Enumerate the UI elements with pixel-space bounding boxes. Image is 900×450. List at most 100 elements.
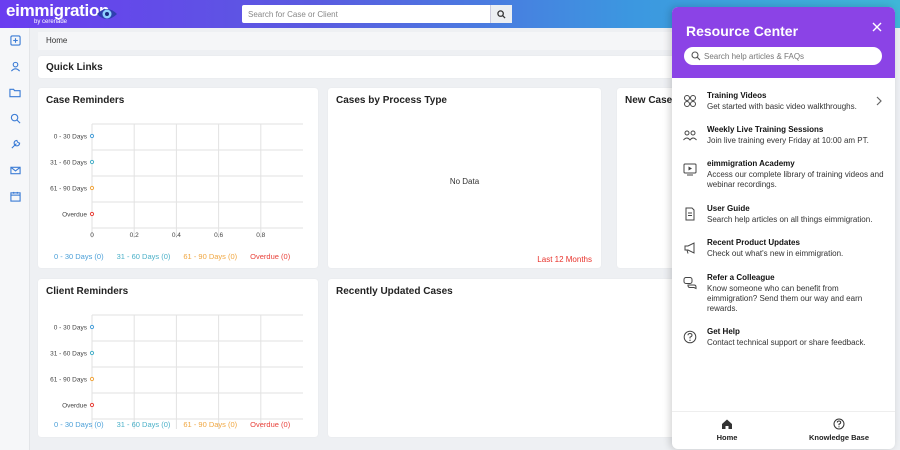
client-reminders-card: Client Reminders 0 - 30 Days 31 - 60 Days…: [38, 279, 318, 437]
rc-item-title: Get Help: [707, 327, 740, 336]
rc-item-title: eimmigration Academy: [707, 159, 795, 168]
folder-icon: [9, 88, 21, 97]
legend-overdue[interactable]: Overdue (0): [250, 252, 290, 261]
rc-item-desc: Join live training every Friday at 10:00…: [707, 136, 869, 145]
y-tick-label: 0 - 30 Days: [54, 134, 88, 141]
data-point: [89, 211, 95, 217]
resource-search-input[interactable]: [704, 47, 876, 65]
film-icon: [684, 95, 696, 107]
footer-knowledge-base-button[interactable]: Knowledge Base: [807, 418, 871, 442]
resource-center-header: Resource Center: [672, 7, 895, 78]
cases-by-process-title: Cases by Process Type: [336, 95, 447, 106]
rc-item-title: Training Videos: [707, 91, 767, 100]
rc-item-desc: Know someone who can benefit from eimmig…: [707, 284, 863, 313]
data-point: [89, 402, 95, 408]
logo-mark-icon: [97, 9, 117, 19]
plus-square-icon: [9, 34, 21, 46]
y-tick-label: 31 - 60 Days: [50, 160, 88, 167]
legend-overdue[interactable]: Overdue (0): [250, 420, 290, 429]
y-tick-label: 61 - 90 Days: [50, 377, 88, 384]
envelope-icon: [9, 166, 21, 174]
resource-center-footer: Home Knowledge Base: [672, 411, 895, 449]
rc-item-desc: Access our complete library of training …: [707, 170, 884, 189]
resource-center-panel: Resource Center Training Videos Get star…: [672, 7, 895, 449]
rc-item-title: Refer a Colleague: [707, 273, 775, 282]
sidebar-item-search[interactable]: [8, 111, 22, 125]
chat-icon: [683, 277, 697, 290]
breadcrumb-bar: Home: [38, 32, 678, 50]
cases-by-process-card: Cases by Process Type No Data Last 12 Mo…: [328, 88, 601, 268]
document-icon: [685, 207, 695, 221]
chevron-right-icon: [876, 96, 882, 106]
question-icon: [833, 418, 845, 430]
home-icon: [722, 419, 732, 429]
search-icon: [691, 51, 701, 61]
client-reminders-legend: 0 - 30 Days (0) 31 - 60 Days (0) 61 - 90…: [54, 420, 290, 429]
sidebar-item-new-case[interactable]: [8, 33, 22, 47]
y-tick-label: 61 - 90 Days: [50, 186, 88, 193]
search-icon: [10, 113, 20, 123]
sidebar-item-clients[interactable]: [8, 59, 22, 73]
rc-item-title: Weekly Live Training Sessions: [707, 125, 824, 134]
sidebar-item-calendar[interactable]: [8, 189, 22, 203]
y-tick-label: 0 - 30 Days: [54, 325, 88, 332]
y-tick-label: Overdue: [62, 212, 87, 219]
sidebar-item-messages[interactable]: [8, 163, 22, 177]
case-reminders-chart: 0 - 30 Days 31 - 60 Days 61 - 90 Days Overd…: [50, 123, 303, 239]
data-point: [89, 350, 95, 356]
legend-31-60-days[interactable]: 31 - 60 Days (0): [117, 420, 171, 429]
recently-updated-title: Recently Updated Cases: [336, 286, 453, 297]
sidebar-item-tools[interactable]: [8, 137, 22, 151]
search-icon: [497, 9, 506, 19]
data-point: [89, 159, 95, 165]
x-tick-label: 0: [90, 232, 94, 239]
data-point: [89, 133, 95, 139]
new-cases-title: New Case: [625, 95, 673, 106]
legend-61-90-days[interactable]: 61 - 90 Days (0): [183, 252, 237, 261]
calendar-icon: [9, 191, 21, 202]
data-point: [89, 376, 95, 382]
legend-31-60-days[interactable]: 31 - 60 Days (0): [117, 252, 171, 261]
megaphone-icon: [684, 242, 695, 254]
legend-0-30-days[interactable]: 0 - 30 Days (0): [54, 252, 104, 261]
quick-links-title: Quick Links: [46, 62, 103, 73]
sidebar-item-cases[interactable]: [8, 85, 22, 99]
recently-updated-card: Recently Updated Cases: [328, 279, 687, 437]
rc-item-desc: Get started with basic video walkthrough…: [707, 102, 857, 111]
no-data-text: No Data: [449, 177, 480, 186]
app-logo[interactable]: eimmigration by cerenade: [6, 2, 109, 26]
left-sidebar: [0, 28, 30, 450]
rc-item-desc: Check out what's new in eimmigration.: [707, 249, 844, 258]
date-range-link[interactable]: Last 12 Months: [537, 255, 592, 264]
logo-text: eimmigration: [6, 1, 110, 20]
global-search-button[interactable]: [490, 5, 512, 23]
x-tick-label: 0.6: [214, 232, 223, 239]
breadcrumb[interactable]: Home: [46, 36, 67, 45]
wrench-icon: [10, 139, 20, 149]
footer-knowledge-base-label: Knowledge Base: [808, 433, 869, 442]
play-screen-icon: [683, 163, 697, 176]
quick-links-card: Quick Links: [38, 56, 678, 78]
legend-61-90-days[interactable]: 61 - 90 Days (0): [183, 420, 237, 429]
global-search: [242, 5, 512, 23]
y-tick-label: 31 - 60 Days: [50, 351, 88, 358]
global-search-input[interactable]: [242, 5, 490, 23]
x-tick-label: 0.2: [130, 232, 139, 239]
legend-0-30-days[interactable]: 0 - 30 Days (0): [54, 420, 104, 429]
user-icon: [10, 61, 20, 71]
data-point: [89, 185, 95, 191]
rc-item-title: User Guide: [707, 204, 750, 213]
footer-home-button[interactable]: Home: [712, 418, 742, 442]
x-tick-label: 0.4: [172, 232, 181, 239]
client-reminders-chart: 0 - 30 Days 31 - 60 Days 61 - 90 Days Overd…: [50, 314, 303, 429]
footer-home-label: Home: [716, 433, 738, 442]
rc-item-title: Recent Product Updates: [707, 238, 800, 247]
close-icon[interactable]: [871, 21, 883, 33]
people-icon: [683, 130, 697, 141]
case-reminders-legend: 0 - 30 Days (0) 31 - 60 Days (0) 61 - 90…: [54, 252, 290, 261]
resource-center-title: Resource Center: [686, 23, 799, 39]
rc-item-desc: Search help articles on all things eimmi…: [707, 215, 873, 224]
y-tick-label: Overdue: [62, 403, 87, 410]
rc-item-desc: Contact technical support or share feedb…: [707, 338, 866, 347]
data-point: [89, 324, 95, 330]
